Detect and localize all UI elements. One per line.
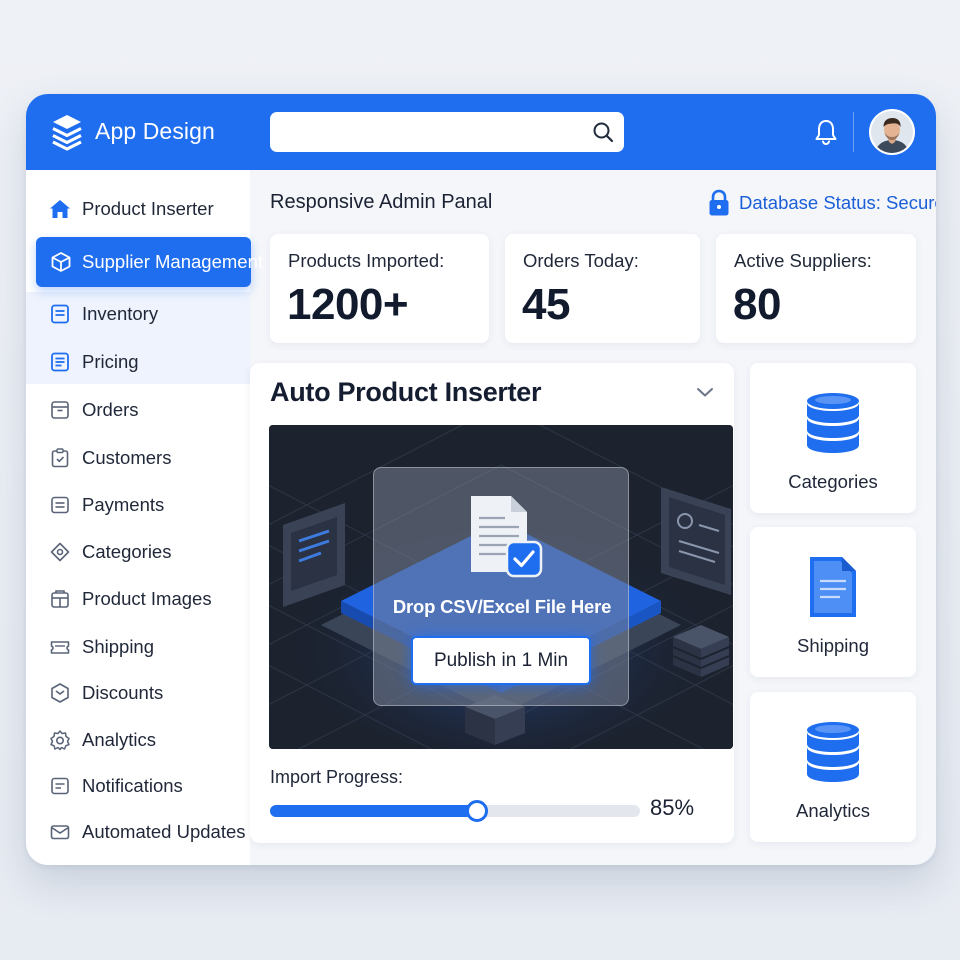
stat-card-products-imported: Products Imported: 1200+ xyxy=(270,234,489,343)
chevron-down-icon[interactable] xyxy=(694,381,716,403)
progress-label: Import Progress: xyxy=(270,767,404,787)
inserter-title: Auto Product Inserter xyxy=(270,377,542,407)
sidebar-item-analytics[interactable]: Analytics xyxy=(36,718,250,762)
sidebar-item-label: Product Images xyxy=(82,588,212,609)
drop-target[interactable]: Drop CSV/Excel File Here Publish in 1 Mi… xyxy=(373,467,629,706)
drop-instruction: Drop CSV/Excel File Here xyxy=(392,596,612,617)
search-input[interactable] xyxy=(270,112,580,152)
search-bar[interactable] xyxy=(270,112,624,152)
list-icon xyxy=(51,352,69,372)
tile-label: Categories xyxy=(788,471,878,492)
tile-label: Shipping xyxy=(796,635,869,656)
sidebar-item-product-images[interactable]: Product Images xyxy=(36,577,250,621)
sidebar-item-product-inserter[interactable]: Product Inserter xyxy=(36,187,250,231)
stat-label: Orders Today: xyxy=(523,250,639,271)
stat-card-active-suppliers: Active Suppliers: 80 xyxy=(716,234,916,343)
sidebar-item-notifications[interactable]: Notifications xyxy=(36,764,250,808)
progress-percent: 85% xyxy=(650,795,695,820)
sidebar-item-label: Notifications xyxy=(82,775,183,796)
stat-value: 45 xyxy=(522,280,570,329)
box-icon xyxy=(51,252,71,272)
image-icon xyxy=(51,590,69,608)
gear-icon xyxy=(50,730,70,751)
sidebar-item-label: Product Inserter xyxy=(82,198,214,219)
sidebar-item-categories[interactable]: Categories xyxy=(36,530,250,574)
badge-icon xyxy=(51,683,69,703)
sidebar-item-label: Customers xyxy=(82,447,172,468)
sidebar-item-shipping[interactable]: Shipping xyxy=(36,625,250,669)
stat-label: Active Suppliers: xyxy=(734,250,872,271)
database-icon xyxy=(807,722,859,782)
sidebar-item-label: Inventory xyxy=(82,303,159,324)
sidebar-item-label: Supplier Management xyxy=(82,251,263,272)
page-title: Responsive Admin Panal xyxy=(270,191,493,213)
clipboard-icon xyxy=(51,448,69,468)
sidebar-item-label: Payments xyxy=(82,494,165,515)
list-icon xyxy=(51,304,69,324)
header-divider xyxy=(853,112,854,152)
stat-value: 1200+ xyxy=(287,280,409,329)
sidebar-item-discounts[interactable]: Discounts xyxy=(36,671,250,715)
document-check-icon xyxy=(471,496,543,578)
document-icon xyxy=(810,557,856,617)
sidebar-item-customers[interactable]: Customers xyxy=(36,436,250,480)
message-icon xyxy=(51,777,69,795)
sidebar-item-label: Analytics xyxy=(82,729,157,750)
sidebar-item-payments[interactable]: Payments xyxy=(36,483,250,527)
user-avatar[interactable] xyxy=(869,109,915,155)
database-icon xyxy=(807,393,859,453)
card-icon xyxy=(51,496,69,514)
app-title: App Design xyxy=(95,118,215,144)
truck-icon xyxy=(50,641,70,654)
tag-icon xyxy=(50,542,70,562)
sidebar-item-orders[interactable]: Orders xyxy=(36,388,250,432)
home-icon xyxy=(50,200,70,218)
lock-icon xyxy=(709,189,729,216)
sidebar-item-supplier-management[interactable]: Supplier Management xyxy=(36,237,263,287)
sidebar-item-label: Discounts xyxy=(82,682,164,703)
auto-product-inserter-card: Auto Product Inserter Drop CSV/Excel Fil… xyxy=(250,363,734,843)
tray-icon xyxy=(51,401,69,419)
progress-handle[interactable] xyxy=(466,800,489,822)
sidebar-item-label: Shipping xyxy=(82,636,155,657)
tile-label: Analytics xyxy=(795,800,871,821)
sidebar-item-pricing[interactable]: Pricing xyxy=(36,340,250,384)
import-progress-bar xyxy=(270,800,640,822)
sidebar-item-inventory[interactable]: Inventory xyxy=(36,292,250,336)
stat-card-orders-today: Orders Today: 45 xyxy=(505,234,700,343)
tile-analytics[interactable]: Analytics xyxy=(750,692,916,842)
sidebar: Product Inserter Supplier Management Inv… xyxy=(26,170,263,865)
app-window: App Design Product Inserter Supplier Man… xyxy=(26,94,936,865)
search-icon[interactable] xyxy=(592,121,614,143)
database-status: Database Status: Secure xyxy=(708,188,936,218)
database-status-text: Database Status: Secure xyxy=(739,192,936,213)
publish-button[interactable]: Publish in 1 Min xyxy=(411,636,591,685)
sidebar-item-label: Pricing xyxy=(82,351,139,372)
layers-icon xyxy=(52,115,82,151)
tile-categories[interactable]: Categories xyxy=(750,363,916,513)
stat-value: 80 xyxy=(733,280,781,329)
tile-shipping[interactable]: Shipping xyxy=(750,527,916,677)
sidebar-item-label: Automated Updates xyxy=(82,821,246,842)
avatar-portrait xyxy=(871,111,913,153)
bell-icon[interactable] xyxy=(813,118,839,146)
top-bar: App Design xyxy=(26,94,936,170)
sidebar-item-automated-updates[interactable]: Automated Updates xyxy=(36,810,250,854)
mail-icon xyxy=(50,825,70,840)
file-dropzone[interactable]: Drop CSV/Excel File Here Publish in 1 Mi… xyxy=(269,425,733,749)
sidebar-item-label: Orders xyxy=(82,399,139,420)
sidebar-item-label: Categories xyxy=(82,541,172,562)
progress-fill xyxy=(270,805,478,817)
stat-label: Products Imported: xyxy=(288,250,445,271)
